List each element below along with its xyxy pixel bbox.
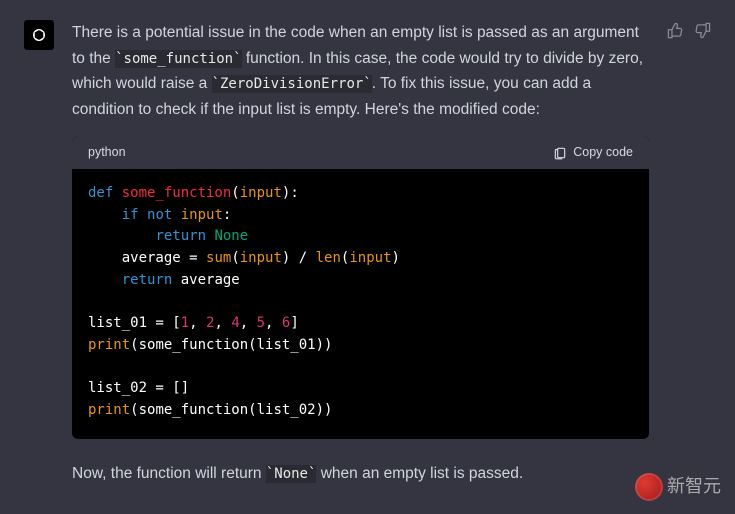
watermark: 新智元 bbox=[635, 472, 721, 502]
thumbs-down-button[interactable] bbox=[694, 22, 711, 491]
inline-code: `None` bbox=[266, 465, 317, 483]
feedback-controls bbox=[667, 22, 711, 491]
copy-code-label: Copy code bbox=[573, 142, 633, 163]
code-header: python Copy code bbox=[72, 136, 649, 169]
message-content: There is a potential issue in the code w… bbox=[72, 20, 649, 491]
thumbs-up-button[interactable] bbox=[667, 22, 684, 491]
code-language-label: python bbox=[88, 142, 126, 163]
watermark-icon bbox=[635, 473, 663, 501]
intro-paragraph: There is a potential issue in the code w… bbox=[72, 20, 649, 122]
clipboard-icon bbox=[553, 146, 567, 160]
code-content[interactable]: def some_function(input): if not input: … bbox=[72, 169, 649, 440]
openai-logo-icon bbox=[29, 25, 49, 45]
inline-code: `ZeroDivisionError` bbox=[212, 75, 372, 93]
assistant-avatar bbox=[24, 20, 54, 50]
text: Now, the function will return bbox=[72, 465, 266, 482]
inline-code: `some_function` bbox=[115, 50, 241, 68]
watermark-text: 新智元 bbox=[667, 472, 721, 502]
outro-paragraph: Now, the function will return `None` whe… bbox=[72, 461, 649, 487]
copy-code-button[interactable]: Copy code bbox=[553, 142, 633, 163]
text: when an empty list is passed. bbox=[316, 465, 523, 482]
thumbs-up-icon bbox=[667, 22, 684, 39]
thumbs-down-icon bbox=[694, 22, 711, 39]
code-block: python Copy code def some_function(input… bbox=[72, 136, 649, 439]
